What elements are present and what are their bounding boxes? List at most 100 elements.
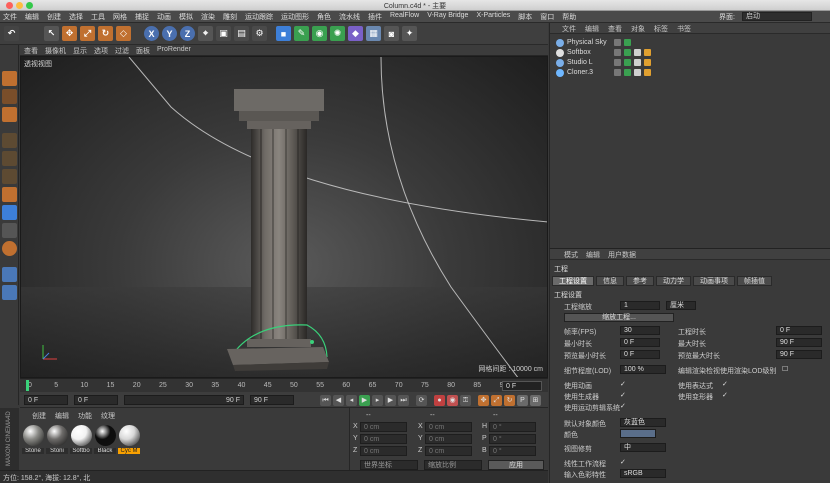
go-to-start-icon[interactable]: ⏮ [320,395,331,406]
use-motion-checkbox[interactable]: ✓ [620,403,627,410]
key-scale-icon[interactable]: ⤢ [491,395,502,406]
subdivision-icon[interactable]: ◉ [312,26,327,41]
recent-tool-icon[interactable]: ◇ [116,26,131,41]
x-axis-icon[interactable]: X [144,26,159,41]
coord-size-field[interactable]: 0 cm [425,422,472,432]
coord-rotation-field[interactable]: 0 ° [489,422,536,432]
attribute-tab[interactable]: 参考 [626,276,654,286]
go-to-end-icon[interactable]: ⏭ [398,395,409,406]
menu-item[interactable]: 窗口 [540,12,554,22]
viewport-menu-item[interactable]: 面板 [136,46,150,56]
preview-end-field[interactable]: 90 F [124,395,244,405]
object-row[interactable]: Studio L [550,58,830,68]
menu-item[interactable]: 创建 [47,12,61,22]
preview-min-field[interactable]: 0 F [620,350,660,359]
texture-mode-icon[interactable] [2,89,17,104]
menu-item[interactable]: 插件 [368,12,382,22]
menu-item[interactable]: 文件 [3,12,17,22]
attribute-tab[interactable]: 信息 [596,276,624,286]
menu-item[interactable]: V-Ray Bridge [427,12,468,22]
tag-icon[interactable] [644,69,651,76]
input-color-select[interactable]: sRGB [620,469,666,478]
coord-system-icon[interactable]: ⌖ [198,26,213,41]
previous-key-icon[interactable]: ◀ [333,395,344,406]
playhead[interactable] [26,380,29,391]
menu-item[interactable]: 流水线 [339,12,360,22]
autokey-icon[interactable]: ◉ [447,395,458,406]
use-deformers-checkbox[interactable]: ✓ [722,392,729,399]
next-key-icon[interactable]: ▶ [385,395,396,406]
snap-icon[interactable] [2,223,17,238]
live-selection-icon[interactable]: ↖ [44,26,59,41]
lock-workplane-icon[interactable] [2,285,17,300]
coord-space-select[interactable]: 世界坐标 [360,460,418,470]
key-rotation-icon[interactable]: ↻ [504,395,515,406]
timeline[interactable]: 051015202530354045505560657075808590 0 F [20,378,548,392]
previous-frame-icon[interactable]: ◂ [346,395,357,406]
visibility-icon[interactable] [614,39,621,46]
object-menu-item[interactable]: 查看 [608,24,622,34]
menu-item[interactable]: 捕捉 [135,12,149,22]
project-time-field[interactable]: 0 F [776,326,822,335]
attribute-menu-item[interactable]: 模式 [564,250,578,260]
render-view-icon[interactable]: ▣ [216,26,231,41]
menu-item[interactable]: 脚本 [518,12,532,22]
material-swatch[interactable]: Cyc M [118,425,140,454]
object-menu-item[interactable]: 编辑 [585,24,599,34]
object-row[interactable]: Physical Sky [550,38,830,48]
coord-position-field[interactable]: 0 cm [360,446,407,456]
object-menu-item[interactable]: 书签 [677,24,691,34]
attribute-tab[interactable]: 帧插值 [737,276,772,286]
attribute-menu-item[interactable]: 编辑 [586,250,600,260]
tag-icon[interactable] [644,59,651,66]
coord-scale-select[interactable]: 缩放比例 [424,460,482,470]
menu-item[interactable]: 编辑 [25,12,39,22]
layout-select[interactable]: 启动 [742,12,812,21]
floor-icon[interactable]: ▦ [366,26,381,41]
quantize-icon[interactable] [2,267,17,282]
key-position-icon[interactable]: ✥ [478,395,489,406]
preview-start-field[interactable]: 0 F [74,395,118,405]
lod-editor-checkbox[interactable]: ☐ [782,366,789,373]
viewport-menu-item[interactable]: 查看 [24,46,38,56]
apply-button[interactable]: 应用 [488,460,544,470]
menu-item[interactable]: X-Particles [476,12,510,22]
end-frame-field[interactable]: 90 F [250,395,294,405]
perspective-viewport[interactable]: 透视视图 网格间距 : 10000 cm [20,56,548,378]
move-icon[interactable]: ✥ [62,26,77,41]
camera-icon[interactable]: ◙ [384,26,399,41]
object-row[interactable]: Cloner.3 [550,68,830,78]
max-time-field[interactable]: 90 F [776,338,822,347]
menu-item[interactable]: 雕刻 [223,12,237,22]
menu-item[interactable]: 工具 [91,12,105,22]
material-swatch[interactable]: Softbo [70,425,92,454]
preview-max-field[interactable]: 90 F [776,350,822,359]
object-menu-item[interactable]: 对象 [631,24,645,34]
menu-item[interactable]: 角色 [317,12,331,22]
default-color-select[interactable]: 灰蓝色 [620,418,666,427]
linear-workflow-checkbox[interactable]: ✓ [620,459,627,466]
material-swatch[interactable]: Stone [22,425,44,454]
visibility-icon[interactable] [614,49,621,56]
render-settings-icon[interactable]: ⚙ [252,26,267,41]
menu-item[interactable]: 渲染 [201,12,215,22]
rotate-icon[interactable]: ↻ [98,26,113,41]
coord-rotation-field[interactable]: 0 ° [489,446,536,456]
object-menu-item[interactable]: 文件 [562,24,576,34]
material-swatch[interactable]: Stoni [46,425,68,454]
enable-check-icon[interactable] [624,39,631,46]
material-menu-item[interactable]: 功能 [78,411,92,421]
current-frame-field[interactable]: 0 F [502,381,542,391]
attribute-tab[interactable]: 动力学 [656,276,691,286]
y-axis-icon[interactable]: Y [162,26,177,41]
menu-item[interactable]: 运动跟踪 [245,12,273,22]
coord-position-field[interactable]: 0 cm [360,422,407,432]
min-time-field[interactable]: 0 F [620,338,660,347]
render-picture-viewer-icon[interactable]: ▤ [234,26,249,41]
material-menu-item[interactable]: 编辑 [55,411,69,421]
tag-icon[interactable] [634,49,641,56]
menu-item[interactable]: 动画 [157,12,171,22]
model-mode-icon[interactable] [2,71,17,86]
viewport-menu-item[interactable]: 选项 [94,46,108,56]
coord-position-field[interactable]: 0 cm [360,434,407,444]
